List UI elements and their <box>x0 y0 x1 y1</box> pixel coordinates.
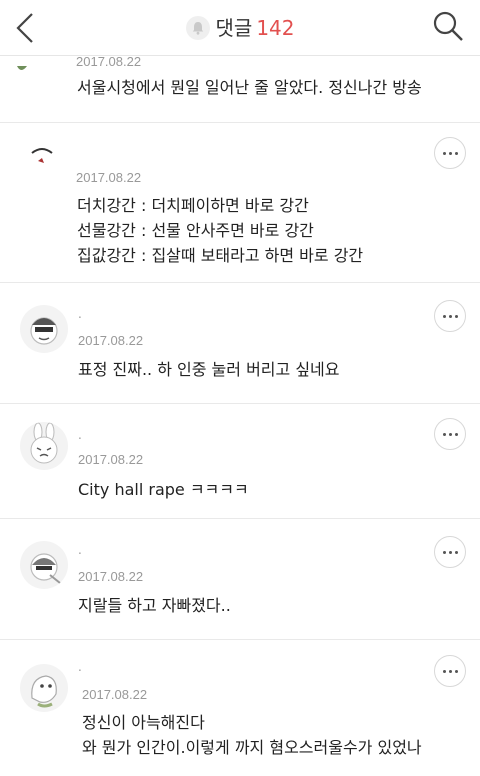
comment-count: 142 <box>256 16 295 40</box>
more-options-button[interactable] <box>434 655 466 687</box>
comment-item: . 2017.08.22 정신이 아늑해진다 와 뭔가 인간이.이렇게 까지 혐… <box>0 640 480 776</box>
comment-date: 2017.08.22 <box>78 333 144 348</box>
comment-date: 2017.08.22 <box>82 687 148 702</box>
comment-item: . 2017.08.22 지랄들 하고 자빠졌다.. <box>0 519 480 640</box>
avatar <box>20 664 68 712</box>
comment-text-line: 지랄들 하고 자빠졌다.. <box>78 596 231 615</box>
search-button[interactable] <box>430 8 466 44</box>
comment-item: . 2017.08.22 표정 진짜.. 하 인중 눌러 버리고 싶네요 <box>0 283 480 404</box>
title-label: 댓글 <box>215 16 253 40</box>
avatar <box>20 541 68 589</box>
more-options-button[interactable] <box>434 137 466 169</box>
avatar <box>20 422 68 470</box>
avatar <box>20 305 68 353</box>
comment-date: 2017.08.22 <box>76 54 142 69</box>
bell-icon[interactable] <box>185 16 210 40</box>
page-title: 댓글 142 <box>0 14 480 42</box>
more-options-button[interactable] <box>434 418 466 450</box>
more-options-button[interactable] <box>434 300 466 332</box>
more-options-button[interactable] <box>434 536 466 568</box>
comment-text-line: 서울시청에서 뭔일 일어난 줄 알았다. 정신나간 방송 <box>77 78 422 97</box>
comment-date: 2017.08.22 <box>76 170 142 185</box>
comment-nickname: . <box>78 660 82 674</box>
search-icon <box>433 11 463 41</box>
comment-item: 2017.08.22 서울시청에서 뭔일 일어난 줄 알았다. 정신나간 방송 <box>0 54 480 123</box>
top-bar: 댓글 142 <box>0 0 480 56</box>
comment-text-line: 와 뭔가 인간이.이렇게 까지 혐오스러울수가 있었나 <box>82 738 422 757</box>
comment-nickname: . <box>78 428 82 442</box>
comment-date: 2017.08.22 <box>78 569 144 584</box>
avatar <box>28 141 56 165</box>
comment-text-line: 집값강간 : 집살때 보태라고 하면 바로 강간 <box>77 246 364 265</box>
comment-date: 2017.08.22 <box>78 452 144 467</box>
comment-nickname: . <box>78 307 82 321</box>
comment-text-line: 더치강간 : 더치페이하면 바로 강간 <box>77 196 309 215</box>
avatar-fragment <box>17 59 27 70</box>
comment-item: . 2017.08.22 City hall rape ㅋㅋㅋㅋ <box>0 404 480 519</box>
comment-text-line: 표정 진짜.. 하 인중 눌러 버리고 싶네요 <box>78 360 340 379</box>
comment-nickname: . <box>78 543 82 557</box>
comment-text-line: City hall rape ㅋㅋㅋㅋ <box>78 480 249 499</box>
comment-item: 2017.08.22 더치강간 : 더치페이하면 바로 강간 선물강간 : 선물… <box>0 123 480 283</box>
comment-text-line: 선물강간 : 선물 안사주면 바로 강간 <box>77 221 314 240</box>
comment-text-line: 정신이 아늑해진다 <box>82 713 205 732</box>
